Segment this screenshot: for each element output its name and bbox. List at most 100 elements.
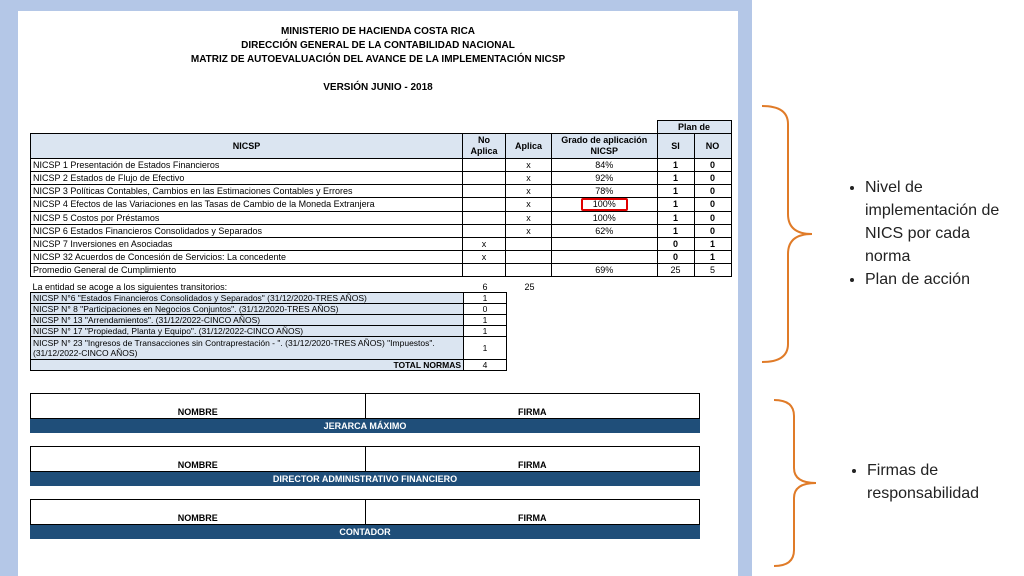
signature-block-director: NOMBRE FIRMA DIRECTOR ADMINISTRATIVO FIN… bbox=[30, 446, 700, 486]
row-no: 1 bbox=[693, 250, 732, 264]
table-row: NICSP 7 Inversiones en Asociadas x 0 1 bbox=[30, 237, 732, 251]
transitorio-value: 1 bbox=[463, 325, 507, 337]
nombre-label: NOMBRE bbox=[177, 460, 218, 470]
list-item: NICSP N° 13 "Arrendamientos". (31/12/202… bbox=[30, 314, 554, 326]
bullet-item: Firmas de responsabilidad bbox=[867, 459, 1015, 505]
transitorios-intro-value-2: 25 bbox=[506, 282, 553, 293]
role-bar: CONTADOR bbox=[30, 525, 700, 539]
row-grado bbox=[551, 250, 658, 264]
signature-block-contador: NOMBRE FIRMA CONTADOR bbox=[30, 499, 700, 539]
transitorio-text: NICSP N° 8 "Participaciones en Negocios … bbox=[30, 303, 464, 315]
row-no: 1 bbox=[693, 237, 732, 251]
promedio-no: 5 bbox=[693, 263, 732, 277]
list-item: NICSP N°6 "Estados Financieros Consolida… bbox=[30, 292, 554, 304]
row-si: 1 bbox=[656, 158, 695, 172]
row-si: 1 bbox=[656, 171, 695, 185]
role-bar: JERARCA MÁXIMO bbox=[30, 419, 700, 433]
table-row: NICSP 1 Presentación de Estados Financie… bbox=[30, 158, 732, 172]
transitorios-intro-value-1: 6 bbox=[463, 282, 507, 293]
direction-title: DIRECCIÓN GENERAL DE LA CONTABILIDAD NAC… bbox=[241, 40, 515, 51]
list-item: NICSP N° 8 "Participaciones en Negocios … bbox=[30, 303, 554, 315]
row-no: 0 bbox=[693, 224, 732, 238]
row-aplica bbox=[505, 237, 552, 251]
row-si: 1 bbox=[656, 211, 695, 225]
row-no: 0 bbox=[693, 184, 732, 198]
plan-header: Plan de bbox=[656, 120, 732, 134]
promedio-label: Promedio General de Cumplimiento bbox=[30, 263, 463, 277]
list-item: NICSP N° 23 "Ingresos de Transacciones s… bbox=[30, 336, 554, 360]
version-label: VERSIÓN JUNIO - 2018 bbox=[323, 82, 433, 93]
signature-block-jerarca: NOMBRE FIRMA JERARCA MÁXIMO bbox=[30, 393, 700, 433]
row-aplica: x bbox=[505, 211, 552, 225]
table-row: NICSP 6 Estados Financieros Consolidados… bbox=[30, 224, 732, 238]
row-name: NICSP 1 Presentación de Estados Financie… bbox=[30, 158, 463, 172]
document-page: MINISTERIO DE HACIENDA COSTA RICA DIRECC… bbox=[18, 11, 738, 576]
row-aplica: x bbox=[505, 158, 552, 172]
transitorio-value: 1 bbox=[463, 314, 507, 326]
row-grado: 62% bbox=[551, 224, 658, 238]
matrix-title: MATRIZ DE AUTOEVALUACIÓN DEL AVANCE DE L… bbox=[190, 54, 566, 65]
table-row: NICSP 2 Estados de Flujo de Efectivo x 9… bbox=[30, 171, 732, 185]
row-aplica bbox=[505, 250, 552, 264]
row-grado bbox=[551, 237, 658, 251]
firma-label: FIRMA bbox=[364, 394, 700, 418]
row-no-aplica bbox=[462, 184, 506, 198]
bullet-list-top: Nivel de implementación de NICS por cada… bbox=[843, 176, 1018, 291]
table-row: NICSP 5 Costos por Préstamos x 100% 1 0 bbox=[30, 211, 732, 225]
row-name: NICSP 7 Inversiones en Asociadas bbox=[30, 237, 463, 251]
transitorio-value: 0 bbox=[463, 303, 507, 315]
row-aplica: x bbox=[505, 224, 552, 238]
row-aplica: x bbox=[505, 171, 552, 185]
row-grado: 84% bbox=[551, 158, 658, 172]
row-no-aplica bbox=[462, 211, 506, 225]
transitorio-text: NICSP N° 23 "Ingresos de Transacciones s… bbox=[30, 336, 464, 360]
row-no-aplica bbox=[462, 171, 506, 185]
total-normas-label: TOTAL NORMAS bbox=[30, 359, 464, 371]
nombre-label: NOMBRE bbox=[177, 407, 218, 417]
ministry-title: MINISTERIO DE HACIENDA COSTA RICA bbox=[280, 26, 476, 37]
row-aplica: x bbox=[505, 197, 552, 212]
table-row: NICSP 4 Efectos de las Variaciones en la… bbox=[30, 197, 732, 212]
row-grado: 92% bbox=[551, 171, 658, 185]
row-name: NICSP 2 Estados de Flujo de Efectivo bbox=[30, 171, 463, 185]
col-no-aplica: No Aplica bbox=[462, 133, 506, 159]
row-name: NICSP 5 Costos por Préstamos bbox=[30, 211, 463, 225]
brace-icon bbox=[761, 105, 813, 363]
table-row: NICSP 3 Políticas Contables, Cambios en … bbox=[30, 184, 732, 198]
row-no: 0 bbox=[693, 211, 732, 225]
promedio-si: 25 bbox=[656, 263, 695, 277]
transitorio-text: NICSP N°6 "Estados Financieros Consolida… bbox=[30, 292, 464, 304]
row-no: 0 bbox=[693, 197, 732, 212]
transitorios-table: La entidad se acoge a los siguientes tra… bbox=[30, 282, 554, 371]
nombre-label: NOMBRE bbox=[177, 513, 218, 523]
col-aplica: Aplica bbox=[505, 133, 552, 159]
row-name: NICSP 32 Acuerdos de Concesión de Servic… bbox=[30, 250, 463, 264]
promedio-row: Promedio General de Cumplimiento 69% 25 … bbox=[30, 263, 732, 277]
row-grado: 100% bbox=[551, 211, 658, 225]
row-name: NICSP 3 Políticas Contables, Cambios en … bbox=[30, 184, 463, 198]
row-aplica: x bbox=[505, 184, 552, 198]
col-grado: Grado de aplicación NICSP bbox=[551, 133, 658, 159]
row-grado: 78% bbox=[551, 184, 658, 198]
row-si: 0 bbox=[656, 237, 695, 251]
firma-label: FIRMA bbox=[364, 447, 700, 471]
role-bar: DIRECTOR ADMINISTRATIVO FINANCIERO bbox=[30, 472, 700, 486]
col-si: SI bbox=[656, 133, 695, 159]
row-si: 1 bbox=[656, 184, 695, 198]
row-name: NICSP 4 Efectos de las Variaciones en la… bbox=[30, 197, 463, 212]
brace-icon bbox=[773, 399, 817, 567]
table-row: NICSP 32 Acuerdos de Concesión de Servic… bbox=[30, 250, 732, 264]
transitorio-text: NICSP N° 13 "Arrendamientos". (31/12/202… bbox=[30, 314, 464, 326]
promedio-grado: 69% bbox=[551, 263, 658, 277]
row-no-aplica bbox=[462, 224, 506, 238]
bullet-item: Nivel de implementación de NICS por cada… bbox=[865, 176, 1018, 268]
bullet-list-bottom: Firmas de responsabilidad bbox=[845, 459, 1015, 505]
row-no-aplica bbox=[462, 197, 506, 212]
row-no-aplica: x bbox=[462, 250, 506, 264]
transitorio-text: NICSP N° 17 "Propiedad, Planta y Equipo"… bbox=[30, 325, 464, 337]
row-no-aplica bbox=[462, 158, 506, 172]
row-name: NICSP 6 Estados Financieros Consolidados… bbox=[30, 224, 463, 238]
nicsp-table: Plan de NICSP No Aplica Aplica Grado de … bbox=[30, 120, 732, 277]
total-normas-value: 4 bbox=[463, 359, 507, 371]
row-grado-highlighted: 100% bbox=[551, 197, 658, 212]
